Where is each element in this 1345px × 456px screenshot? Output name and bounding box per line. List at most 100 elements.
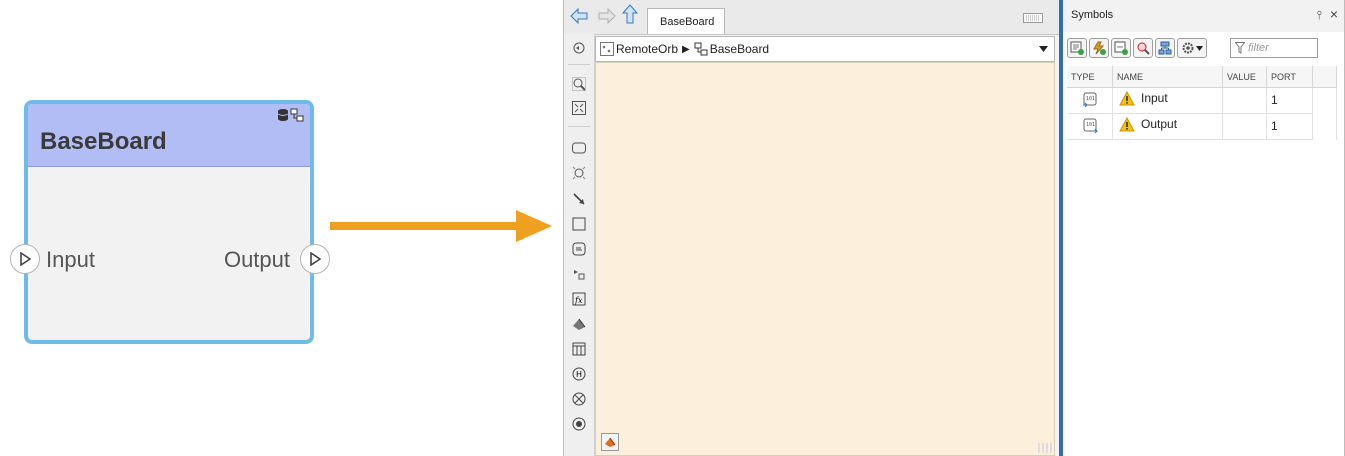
resolve-symbols-button[interactable] [1133, 38, 1153, 58]
add-message-icon [1114, 41, 1128, 55]
input-port-icon: 101 [1082, 92, 1096, 108]
subsystem-icon [290, 108, 304, 122]
filter-field[interactable]: filter [1230, 38, 1318, 58]
symbols-panel: Symbols ⫯ × filter TYPE NAME VALUE PORT … [1063, 0, 1345, 456]
pin-icon[interactable]: ⫯ [1317, 8, 1322, 23]
port-cell[interactable]: 1 [1267, 114, 1313, 140]
breadcrumb-root[interactable]: RemoteOrb [616, 42, 678, 56]
column-header-value[interactable]: VALUE [1223, 66, 1267, 88]
graphical-function-icon[interactable]: fx [571, 291, 587, 307]
toolbar-divider [568, 64, 590, 65]
up-arrow-icon[interactable] [622, 4, 638, 24]
editor-topbar: BaseBoard [564, 0, 1059, 35]
filter-placeholder: filter [1248, 42, 1269, 54]
input-port[interactable] [10, 244, 40, 274]
output-port[interactable] [300, 244, 330, 274]
gear-icon [1182, 42, 1193, 54]
extra-cell [1313, 114, 1337, 140]
column-header-type[interactable]: TYPE [1067, 66, 1113, 88]
add-message-button[interactable] [1111, 38, 1131, 58]
exit-junction-icon[interactable] [571, 391, 587, 407]
add-event-icon [1093, 41, 1106, 55]
symbols-panel-header: Symbols ⫯ × [1063, 0, 1344, 32]
transition-icon[interactable] [571, 191, 587, 207]
box-icon[interactable] [571, 241, 587, 257]
dropdown-arrow-icon[interactable] [1039, 46, 1048, 52]
hierarchy-view-button[interactable] [1155, 38, 1175, 58]
settings-dropdown-button[interactable] [1177, 38, 1207, 58]
column-header-extra [1313, 66, 1337, 88]
history-junction-icon[interactable]: H [571, 366, 587, 382]
magnifier-icon [1137, 42, 1150, 55]
extra-cell [1313, 88, 1337, 114]
add-event-button[interactable] [1089, 38, 1109, 58]
back-arrow-icon[interactable] [570, 8, 588, 24]
add-data-button[interactable] [1067, 38, 1087, 58]
input-port-label: Input [46, 247, 95, 272]
symbols-table: TYPE NAME VALUE PORT 101 Input 1 101 Out… [1067, 66, 1337, 140]
output-port-label: Output [223, 247, 290, 272]
chart-node-icon [600, 42, 614, 56]
resize-grip[interactable] [1038, 443, 1052, 453]
matlab-logo-icon [605, 437, 616, 447]
play-triangle-icon [20, 252, 31, 266]
zoom-icon[interactable] [571, 76, 587, 92]
breadcrumb: RemoteOrb ▶ BaseBoard [595, 36, 1055, 62]
state-icon[interactable] [571, 216, 587, 232]
table-row[interactable]: 101 Output 1 [1067, 114, 1337, 140]
forward-arrow-icon[interactable] [598, 8, 616, 24]
funnel-icon [1235, 42, 1245, 54]
svg-text:101: 101 [1086, 122, 1095, 128]
model-explorer-button[interactable] [601, 433, 619, 451]
truth-table-icon[interactable] [571, 341, 587, 357]
svg-text:101: 101 [1086, 96, 1095, 102]
warning-icon [1119, 91, 1135, 106]
right-arrow-icon [330, 210, 552, 242]
column-header-name[interactable]: NAME [1113, 66, 1223, 88]
breadcrumb-separator: ▶ [682, 43, 690, 55]
block-title: BaseBoard [40, 128, 167, 155]
symbols-toolbar [1067, 38, 1207, 58]
warning-icon [1119, 117, 1135, 132]
baseboard-block[interactable]: BaseBoard Input Output [10, 100, 330, 344]
name-cell: Output [1113, 114, 1223, 140]
type-cell: 101 [1067, 114, 1113, 140]
table-header: TYPE NAME VALUE PORT [1067, 66, 1337, 88]
matlab-function-icon[interactable] [571, 316, 587, 332]
symbols-panel-title: Symbols [1071, 9, 1114, 21]
symbol-name[interactable]: Output [1141, 117, 1177, 131]
editor-window: BaseBoard fx H RemoteOrb ▶ BaseBoard [563, 0, 1059, 456]
data-store-icon [277, 109, 289, 121]
close-icon[interactable]: × [1330, 6, 1338, 22]
value-cell[interactable] [1223, 114, 1267, 140]
annotation-icon[interactable] [571, 140, 587, 156]
value-cell[interactable] [1223, 88, 1267, 114]
block-header: BaseBoard [28, 104, 310, 167]
palette-toolbar: fx H [564, 34, 595, 456]
simulink-function-icon[interactable] [571, 266, 587, 282]
toolbar-divider [568, 126, 590, 127]
fit-to-view-icon[interactable] [571, 100, 587, 116]
subsystem-icon [694, 42, 708, 56]
tab-baseboard[interactable]: BaseBoard [647, 8, 725, 34]
hierarchy-icon [1158, 41, 1172, 55]
column-header-port[interactable]: PORT [1267, 66, 1313, 88]
add-data-icon [1070, 41, 1084, 55]
block-badges [277, 108, 304, 122]
table-row[interactable]: 101 Input 1 [1067, 88, 1337, 114]
keyboard-icon[interactable] [1023, 13, 1043, 23]
name-cell: Input [1113, 88, 1223, 114]
chevron-down-icon [1195, 45, 1203, 51]
svg-text:H: H [576, 370, 582, 379]
breadcrumb-current[interactable]: BaseBoard [710, 42, 769, 56]
play-triangle-icon [310, 252, 321, 266]
hide-palette-icon[interactable] [571, 40, 587, 56]
symbol-name[interactable]: Input [1141, 91, 1168, 105]
port-cell[interactable]: 1 [1267, 88, 1313, 114]
output-port-icon: 101 [1083, 118, 1098, 134]
type-cell: 101 [1067, 88, 1113, 114]
junction-icon[interactable] [571, 165, 587, 181]
chart-canvas[interactable] [595, 62, 1055, 456]
entry-junction-icon[interactable] [571, 416, 587, 432]
svg-text:fx: fx [574, 296, 583, 305]
